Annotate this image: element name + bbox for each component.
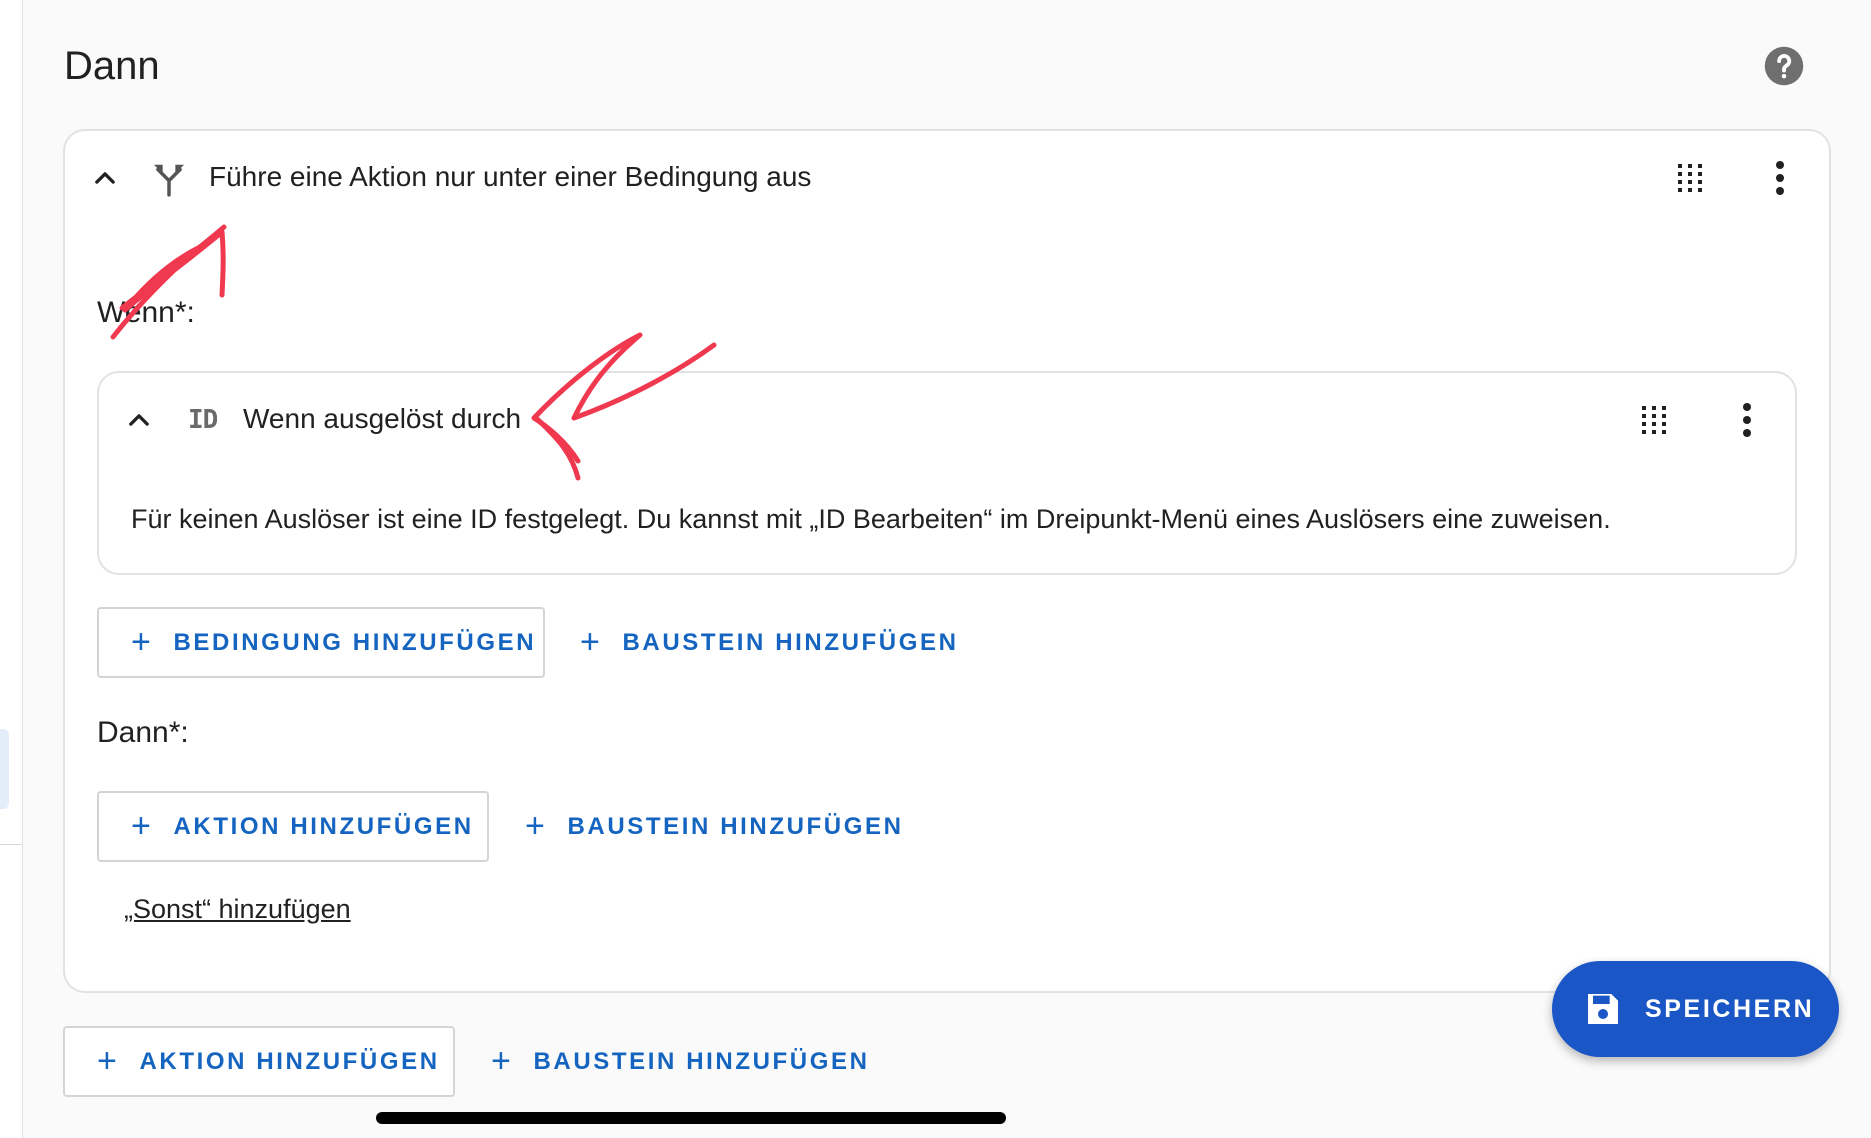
id-icon: ID bbox=[188, 405, 218, 435]
drag-handle-icon[interactable] bbox=[1641, 405, 1667, 435]
add-condition-button[interactable]: + Bedingung hinzufügen bbox=[97, 607, 545, 678]
sidebar-edge bbox=[0, 0, 23, 1138]
then-label: Dann*: bbox=[97, 716, 189, 749]
floppy-disk-icon bbox=[1588, 994, 1618, 1024]
help-circle-icon[interactable] bbox=[1763, 45, 1805, 87]
drag-handle-icon[interactable] bbox=[1677, 163, 1703, 193]
no-trigger-id-message: Für keinen Auslöser ist eine ID festgele… bbox=[131, 504, 1611, 534]
inner-card-title: Wenn ausgelöst durch bbox=[243, 403, 522, 434]
add-action-button[interactable]: + Aktion hinzufügen bbox=[97, 791, 489, 862]
section-title: Dann bbox=[64, 44, 160, 88]
dots-vertical-icon[interactable] bbox=[1740, 402, 1754, 438]
add-block-button-bottom[interactable]: + Baustein hinzufügen bbox=[491, 1026, 870, 1097]
add-block-button[interactable]: + Baustein hinzufügen bbox=[580, 607, 959, 678]
add-block-button-then[interactable]: + Baustein hinzufügen bbox=[525, 791, 904, 862]
add-action-label: Aktion hinzufügen bbox=[139, 1047, 440, 1075]
add-block-label: Baustein hinzufügen bbox=[533, 1047, 870, 1075]
call-split-icon bbox=[153, 164, 185, 197]
add-condition-label: Bedingung hinzufügen bbox=[173, 628, 537, 656]
plus-icon: + bbox=[580, 622, 603, 661]
plus-icon: + bbox=[97, 1041, 120, 1080]
home-indicator bbox=[376, 1112, 1006, 1124]
sidebar-divider bbox=[0, 844, 22, 845]
plus-icon: + bbox=[131, 806, 154, 845]
add-action-button-bottom[interactable]: + Aktion hinzufügen bbox=[63, 1026, 455, 1097]
add-block-label: Baustein hinzufügen bbox=[567, 812, 904, 840]
trigger-condition-card bbox=[97, 371, 1797, 575]
sidebar-active-indicator bbox=[0, 729, 9, 809]
chevron-up-icon[interactable] bbox=[125, 406, 153, 434]
add-action-label: Aktion hinzufügen bbox=[173, 812, 474, 840]
chevron-up-icon[interactable] bbox=[91, 164, 119, 192]
plus-icon: + bbox=[491, 1041, 514, 1080]
plus-icon: + bbox=[131, 622, 154, 661]
add-block-label: Baustein hinzufügen bbox=[622, 628, 959, 656]
outer-card-title: Führe eine Aktion nur unter einer Beding… bbox=[209, 161, 812, 192]
save-button[interactable]: SPEICHERN bbox=[1552, 961, 1839, 1057]
dots-vertical-icon[interactable] bbox=[1773, 160, 1787, 196]
if-label: Wenn*: bbox=[97, 296, 195, 329]
add-else-link[interactable]: „Sonst“ hinzufügen bbox=[124, 894, 351, 925]
save-label: SPEICHERN bbox=[1645, 994, 1815, 1023]
plus-icon: + bbox=[525, 806, 548, 845]
